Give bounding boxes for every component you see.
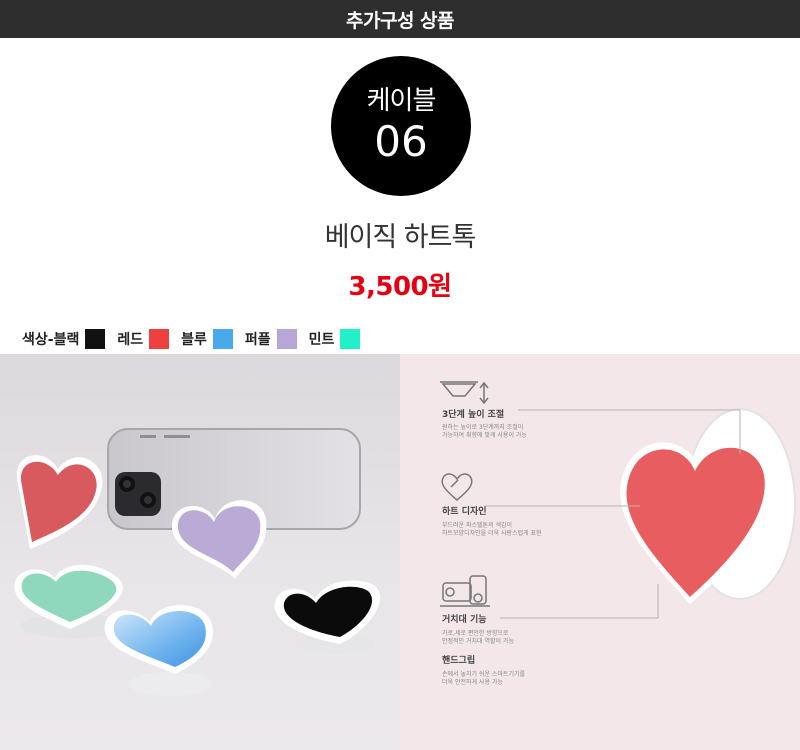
feature-title: 거치대 기능 bbox=[442, 613, 487, 625]
feature-desc: 부드러운 파스텔톤의 색감이 bbox=[442, 521, 512, 529]
color-swatch-mint[interactable] bbox=[340, 329, 361, 349]
product-price: 3,500원 bbox=[348, 272, 452, 302]
feature-desc: 원하는 높이로 3단계까지 조절이 bbox=[442, 423, 523, 431]
feature-desc: 더욱 안전하게 사용 가능 bbox=[442, 678, 503, 686]
feature-title: 3단계 높이 조절 bbox=[442, 408, 504, 420]
color-option-label: 블루 bbox=[181, 332, 207, 348]
color-swatch-purple[interactable] bbox=[276, 329, 297, 349]
color-swatch-red[interactable] bbox=[149, 329, 170, 349]
height-adjust-icon bbox=[440, 381, 489, 405]
color-option-label: 색상-블랙 bbox=[22, 332, 80, 348]
feature-desc: 하트모양디자인을 더욱 사랑스럽게 표현 bbox=[442, 529, 542, 537]
stand-icon bbox=[440, 575, 490, 607]
heart-large-red bbox=[620, 408, 796, 604]
heart-black bbox=[274, 580, 381, 654]
heart-design-icon bbox=[441, 473, 473, 501]
feature-desc: 가능하여 취향에 맞게 사용이 가능 bbox=[442, 431, 527, 439]
product-feature-panel: 3단계 높이 조절 원하는 높이로 3단계까지 조절이 가능하여 취향에 맞게 … bbox=[400, 354, 800, 750]
section-title: 추가구성 상품 bbox=[346, 9, 455, 32]
heart-blue bbox=[104, 604, 213, 696]
color-option-label: 민트 bbox=[308, 332, 335, 348]
badge-category: 케이블 bbox=[366, 86, 437, 116]
feature-title: 핸드그립 bbox=[442, 654, 475, 666]
color-swatch-black[interactable] bbox=[85, 329, 106, 349]
feature-desc: 가로,세로 편안한 방향으로 bbox=[442, 629, 509, 637]
product-photo-lifestyle bbox=[0, 354, 400, 750]
feature-desc: 손에서 놓치기 쉬운 스마트기기를 bbox=[442, 670, 525, 678]
heart-red bbox=[16, 455, 103, 549]
option-badge: 케이블 06 bbox=[331, 56, 471, 196]
color-swatch-blue[interactable] bbox=[212, 329, 233, 349]
color-options: 색상-블랙 레드 블루 퍼플 민트 bbox=[22, 328, 372, 350]
feature-desc: 안정적인 거치대 역할이 가능 bbox=[442, 637, 514, 645]
product-name: 베이직 하트톡 bbox=[324, 222, 477, 253]
color-option-label: 퍼플 bbox=[244, 332, 271, 348]
color-option-label: 레드 bbox=[117, 332, 144, 348]
badge-number: 06 bbox=[374, 117, 428, 166]
section-header: 추가구성 상품 bbox=[0, 0, 800, 38]
feature-title: 하트 디자인 bbox=[442, 505, 487, 517]
heart-purple bbox=[171, 500, 267, 579]
